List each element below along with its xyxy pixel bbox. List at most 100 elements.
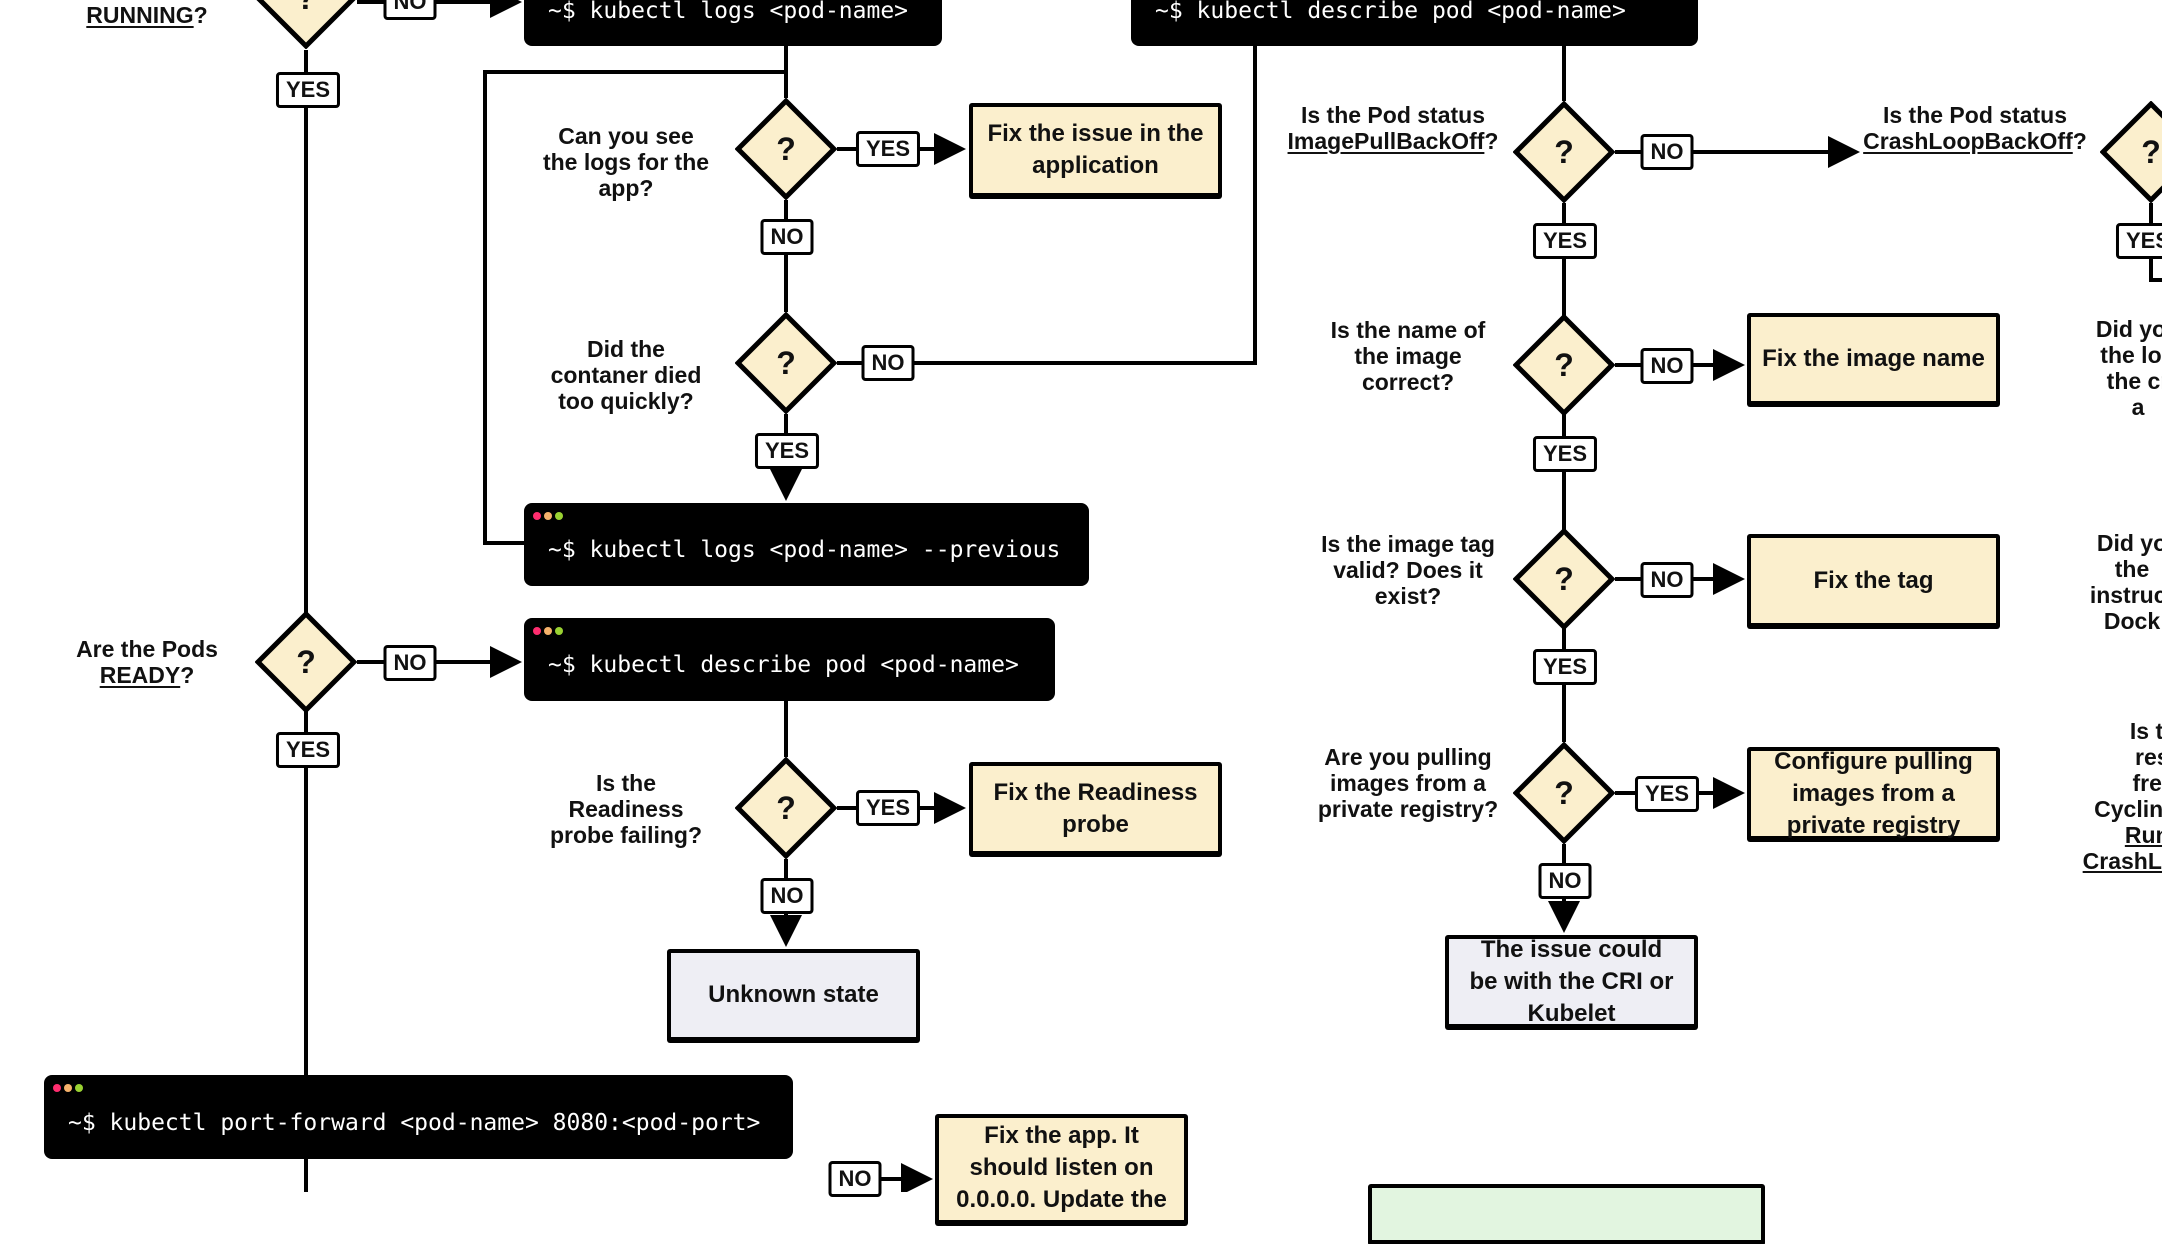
question-line: Are you pulling xyxy=(1324,744,1492,770)
question-line: app? xyxy=(598,175,654,201)
question-line: the cr xyxy=(2106,368,2162,394)
question-line: READY? xyxy=(76,662,218,688)
question-line: resta xyxy=(2135,744,2162,770)
question-mark-icon: ? xyxy=(296,643,316,680)
outcome-fix-image-name: Fix the image name xyxy=(1747,313,2000,405)
question-mark-icon: ? xyxy=(2141,133,2161,170)
yes-label: YES xyxy=(2115,223,2162,259)
question-line: private registry? xyxy=(1317,796,1499,822)
yes-label: YES xyxy=(275,72,341,108)
yes-label: YES xyxy=(855,131,921,167)
question-crash-loop: Is the Pod status CrashLoopBackOff? xyxy=(1863,102,2087,154)
question-mark-icon: ? xyxy=(1554,346,1574,383)
decision-image-pull[interactable]: ? xyxy=(1513,101,1615,203)
status-keyword: READY xyxy=(99,662,181,688)
outcome-fix-app-listen: Fix the app. It should listen on 0.0.0.0… xyxy=(935,1114,1188,1224)
question-line: Is the name of xyxy=(1330,317,1486,343)
window-dots xyxy=(53,1084,83,1092)
question-private-registry: Are you pulling images from a private re… xyxy=(1318,744,1498,822)
terminal-kubectl-logs[interactable]: ~$ kubectl logs <pod-name> xyxy=(524,0,942,46)
window-dots xyxy=(533,512,563,520)
question-line: the logs for the xyxy=(542,149,710,175)
question-mark: ? xyxy=(2072,128,2087,154)
maximize-dot-icon xyxy=(555,512,563,520)
terminal-command: ~$ kubectl logs <pod-name> xyxy=(548,0,909,24)
question-line: ImagePullBackOff? xyxy=(1288,128,1499,154)
question-died-quickly: Did the contaner died too quickly? xyxy=(551,336,702,414)
question-image-pull: Is the Pod status ImagePullBackOff? xyxy=(1288,102,1499,154)
question-mark-icon: ? xyxy=(776,130,796,167)
close-dot-icon xyxy=(533,512,541,520)
question-line: Did yo xyxy=(2096,530,2162,556)
question-line: the log xyxy=(2100,342,2162,368)
minimize-dot-icon xyxy=(544,512,552,520)
terminal-command: ~$ kubectl describe pod <pod-name> xyxy=(548,652,1019,678)
no-label: NO xyxy=(760,878,814,914)
terminal-command: ~$ kubectl port-forward <pod-name> 8080:… xyxy=(68,1110,761,1136)
no-label: NO xyxy=(1538,863,1592,899)
terminal-logs-previous[interactable]: ~$ kubectl logs <pod-name> --previous xyxy=(524,503,1089,586)
no-label: NO xyxy=(1640,562,1694,598)
question-running: RUNNING? xyxy=(86,2,207,28)
yes-label: YES xyxy=(1634,776,1700,812)
question-line: images from a xyxy=(1330,770,1486,796)
decision-ready[interactable]: ? xyxy=(255,611,357,713)
question-line: Readiness xyxy=(568,796,684,822)
question-line: CrashLoopBackOff? xyxy=(1863,128,2087,154)
outcome-partial-bottom xyxy=(1368,1184,1765,1244)
outcome-line: should listen on xyxy=(969,1154,1154,1181)
question-mark-icon: ? xyxy=(1554,774,1574,811)
question-line: CrashLoo xyxy=(2050,848,2162,874)
close-dot-icon xyxy=(533,627,541,635)
yes-label: YES xyxy=(275,732,341,768)
question-line: instruct xyxy=(2089,582,2162,608)
minimize-dot-icon xyxy=(64,1084,72,1092)
question-mark-icon: ? xyxy=(1554,133,1574,170)
question-right-2: Did yo the instruct Dock xyxy=(2072,530,2162,634)
status-keyword: CrashLoopBackOff xyxy=(1863,128,2073,154)
decision-readiness-probe[interactable]: ? xyxy=(735,757,837,859)
question-right-3: Is the resta frequ Cycling I Runni Crash… xyxy=(2050,718,2162,874)
question-line: Cycling I xyxy=(2094,796,2162,822)
question-line: Is the Pod status xyxy=(1882,102,2068,128)
maximize-dot-icon xyxy=(75,1084,83,1092)
decision-crash-loop[interactable]: ? xyxy=(2100,101,2162,203)
status-keyword: CrashLoo xyxy=(2082,848,2162,874)
outcome-unknown-state: Unknown state xyxy=(667,949,920,1041)
status-keyword: ImagePullBackOff xyxy=(1287,128,1485,154)
decision-image-tag[interactable]: ? xyxy=(1513,528,1615,630)
question-mark-icon: ? xyxy=(776,344,796,381)
status-keyword: RUNNING xyxy=(86,2,194,28)
decision-see-logs[interactable]: ? xyxy=(735,98,837,200)
yes-label: YES xyxy=(1532,649,1598,685)
question-line: valid? Does it xyxy=(1333,557,1483,583)
question-line: the image xyxy=(1354,343,1462,369)
terminal-command: ~$ kubectl describe pod <pod-name> xyxy=(1155,0,1626,24)
question-line: a xyxy=(2131,394,2145,420)
yes-label: YES xyxy=(1532,223,1598,259)
decision-image-name[interactable]: ? xyxy=(1513,314,1615,416)
question-line: contaner died xyxy=(550,362,702,388)
outcome-fix-readiness: Fix the Readiness probe xyxy=(969,762,1222,855)
terminal-describe-pod-ready[interactable]: ~$ kubectl describe pod <pod-name> xyxy=(524,618,1055,701)
minimize-dot-icon xyxy=(544,627,552,635)
question-see-logs: Can you see the logs for the app? xyxy=(543,123,709,201)
question-line: too quickly? xyxy=(558,388,694,414)
decision-running[interactable]: ? xyxy=(255,0,357,49)
question-mark: ? xyxy=(193,2,208,28)
question-line: the xyxy=(2114,556,2150,582)
no-label: NO xyxy=(383,0,437,20)
decision-died-quickly[interactable]: ? xyxy=(735,312,837,414)
yes-label: YES xyxy=(855,790,921,826)
status-keyword: Runni xyxy=(2124,822,2162,848)
terminal-describe-pod-top[interactable]: ~$ kubectl describe pod <pod-name> xyxy=(1131,0,1698,46)
window-dots xyxy=(533,627,563,635)
question-line: exist? xyxy=(1374,583,1442,609)
question-line: Dock xyxy=(2103,608,2161,634)
no-label: NO xyxy=(861,345,915,381)
question-line: correct? xyxy=(1361,369,1455,395)
question-line: Is the image tag xyxy=(1321,531,1495,557)
decision-private-registry[interactable]: ? xyxy=(1513,742,1615,844)
terminal-port-forward[interactable]: ~$ kubectl port-forward <pod-name> 8080:… xyxy=(44,1075,793,1159)
maximize-dot-icon xyxy=(555,627,563,635)
